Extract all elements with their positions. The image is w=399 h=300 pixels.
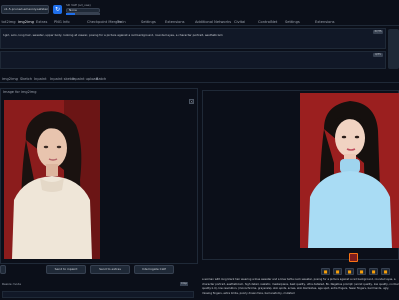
token-counter: 37/75	[373, 30, 383, 34]
negative-prompt-field[interactable]: 0/75	[0, 51, 386, 69]
generate-button[interactable]	[388, 29, 399, 69]
mode-tabs: img2img Sketch Inpaint Inpaint sketch Inpain…	[0, 75, 399, 83]
tab-extras[interactable]: Extras	[36, 18, 47, 26]
tab-checkpoint-merger[interactable]: Checkpoint Merger	[87, 18, 121, 26]
tab-img2img[interactable]: img2img	[18, 18, 34, 26]
source-image	[4, 100, 100, 259]
generation-info: a woman with long black hair wearing a b…	[202, 278, 399, 295]
resize-mode-option[interactable]	[2, 291, 194, 298]
tab-settings[interactable]: Settings	[141, 18, 156, 26]
panel-title: Image for img2img	[3, 90, 37, 94]
refresh-icon[interactable]: ↻	[53, 5, 62, 14]
subtab-img2img[interactable]: img2img	[2, 75, 18, 83]
top-bar: v1-5-pruned-emaonly.safetensors ↻ SD VAE…	[0, 0, 399, 17]
resize-controls: Resize mode Crop	[0, 281, 198, 300]
vae-label: SD VAE (sd_vae)	[66, 3, 91, 7]
tab-settings[interactable]: Settings	[285, 18, 300, 26]
crop-button[interactable]: Crop	[180, 282, 188, 286]
action-send-to-extras[interactable]: Send to extras	[90, 265, 130, 274]
folder-icon[interactable]: ■	[321, 268, 330, 275]
save-icon[interactable]: ■	[333, 268, 342, 275]
vae-progress	[66, 13, 100, 15]
checkpoint-select[interactable]: v1-5-pruned-emaonly.safetensors	[1, 5, 49, 14]
tab-train[interactable]: Train	[117, 18, 126, 26]
tab-civitai[interactable]: Civitai	[234, 18, 245, 26]
output-image[interactable]	[300, 93, 399, 248]
subtab-inpaint-upload[interactable]: Inpaint upload	[72, 75, 98, 83]
tab-additional-networks[interactable]: Additional Networks	[195, 18, 231, 26]
resize-mode-label: Resize mode	[2, 282, 22, 286]
tab-txt2img[interactable]: txt2img	[2, 18, 16, 26]
source-image-panel[interactable]: Image for img2img ×	[0, 88, 198, 264]
zip-icon[interactable]: ■	[345, 268, 354, 275]
subtab-sketch[interactable]: Sketch	[20, 75, 32, 83]
negative-token-counter: 0/75	[373, 53, 383, 57]
output-gallery[interactable]	[202, 90, 399, 262]
tab-extensions[interactable]: Extensions	[165, 18, 185, 26]
subtab-inpaint[interactable]: Inpaint	[34, 75, 47, 83]
main-tabs: txt2img img2img Extras PNG Info Checkpoint M…	[0, 18, 399, 26]
gallery-thumbnail[interactable]	[349, 253, 358, 262]
tab-png-info[interactable]: PNG Info	[54, 18, 70, 26]
action-interrogate-clip[interactable]: Interrogate CLIP	[134, 265, 174, 274]
tab-controlnet[interactable]: ControlNet	[258, 18, 277, 26]
prompt-text: 1girl, solo, long hair, sweater, upper b…	[3, 33, 223, 37]
action-send-to-img2img[interactable]	[0, 265, 6, 274]
palette-icon[interactable]: ■	[357, 268, 366, 275]
action-buttons: Send to inpaint Send to extras Interrogate…	[0, 265, 198, 274]
subtab-batch[interactable]: Batch	[96, 75, 106, 83]
prompt-field[interactable]: 1girl, solo, long hair, sweater, upper b…	[0, 28, 386, 49]
image-icon[interactable]: ■	[369, 268, 378, 275]
tab-extensions[interactable]: Extensions	[315, 18, 335, 26]
action-send-to-inpaint[interactable]: Send to inpaint	[46, 265, 86, 274]
extras-icon[interactable]: ■	[381, 268, 390, 275]
close-icon[interactable]: ×	[189, 99, 194, 104]
